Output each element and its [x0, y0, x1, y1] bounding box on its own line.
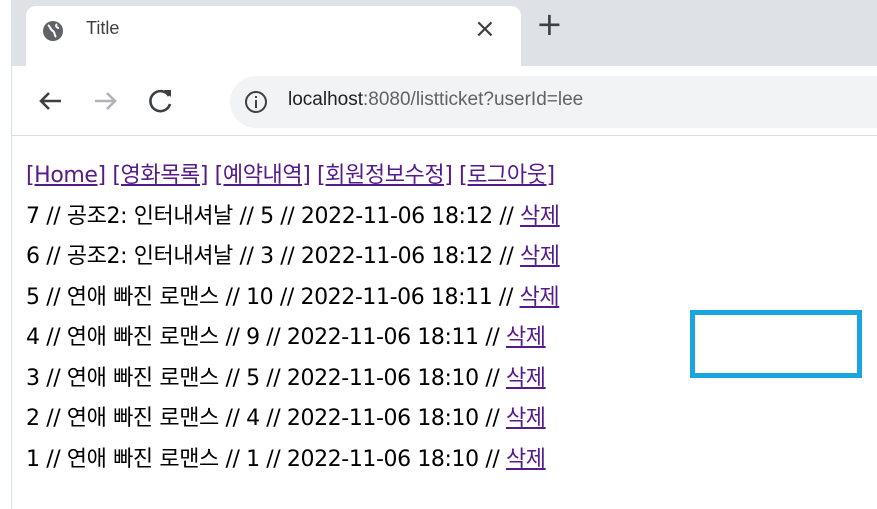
page-content: [Home] [영화목록] [예약내역] [회원정보수정] [로그아웃] 7 /… [26, 156, 560, 480]
ticket-row: 7 // 공조2: 인터내셔날 // 5 // 2022-11-06 18:12… [26, 197, 560, 238]
nav-logout-link[interactable]: [로그아웃] [459, 163, 555, 188]
ticket-info: 1 // 연애 빠진 로맨스 // 1 // 2022-11-06 18:10 … [26, 446, 506, 472]
ticket-row: 4 // 연애 빠진 로맨스 // 9 // 2022-11-06 18:11 … [26, 318, 560, 359]
delete-link[interactable]: 삭제 [506, 447, 546, 472]
address-bar[interactable]: localhost:8080/listticket?userId=lee [230, 76, 877, 128]
nav-movies-link[interactable]: [영화목록] [112, 163, 208, 188]
delete-link[interactable]: 삭제 [520, 204, 560, 229]
ticket-info: 3 // 연애 빠진 로맨스 // 5 // 2022-11-06 18:10 … [26, 365, 506, 391]
ticket-info: 5 // 연애 빠진 로맨스 // 10 // 2022-11-06 18:11… [26, 284, 520, 310]
forward-arrow-icon[interactable] [88, 84, 122, 118]
ticket-info: 4 // 연애 빠진 로맨스 // 9 // 2022-11-06 18:11 … [26, 325, 506, 350]
ticket-row: 6 // 공조2: 인터내셔날 // 3 // 2022-11-06 18:12… [26, 237, 560, 278]
nav-profile-link[interactable]: [회원정보수정] [317, 163, 453, 188]
ticket-row: 2 // 연애 빠진 로맨스 // 4 // 2022-11-06 18:10 … [26, 399, 560, 440]
ticket-info: 6 // 공조2: 인터내셔날 // 3 // 2022-11-06 18:12… [26, 244, 520, 269]
browser-tab[interactable]: Title × [26, 6, 521, 66]
delete-link[interactable]: 삭제 [506, 406, 546, 431]
browser-toolbar: localhost:8080/listticket?userId=lee [12, 66, 877, 136]
window-frame [0, 0, 12, 509]
url-text[interactable]: localhost:8080/listticket?userId=lee [288, 89, 583, 111]
reload-icon[interactable] [144, 84, 178, 118]
nav-reservations-link[interactable]: [예약내역] [215, 163, 311, 188]
ticket-row: 3 // 연애 빠진 로맨스 // 5 // 2022-11-06 18:10 … [26, 359, 560, 400]
tab-title: Title [86, 18, 120, 38]
tab-strip: Title × + [12, 0, 877, 66]
delete-link[interactable]: 삭제 [506, 366, 546, 391]
site-nav: [Home] [영화목록] [예약내역] [회원정보수정] [로그아웃] [26, 156, 560, 197]
delete-link[interactable]: 삭제 [520, 285, 560, 310]
delete-link[interactable]: 삭제 [520, 244, 560, 269]
back-arrow-icon[interactable] [34, 84, 68, 118]
close-tab-icon[interactable]: × [474, 14, 496, 44]
nav-home-link[interactable]: [Home] [26, 163, 106, 188]
ticket-info: 7 // 공조2: 인터내셔날 // 5 // 2022-11-06 18:12… [26, 203, 520, 229]
info-icon[interactable] [244, 90, 268, 114]
new-tab-icon[interactable]: + [536, 8, 563, 40]
delete-link[interactable]: 삭제 [506, 325, 546, 350]
url-path: :8080/listticket?userId=lee [363, 89, 584, 110]
highlight-box [690, 310, 862, 378]
ticket-row: 1 // 연애 빠진 로맨스 // 1 // 2022-11-06 18:10 … [26, 440, 560, 481]
ticket-row: 5 // 연애 빠진 로맨스 // 10 // 2022-11-06 18:11… [26, 278, 560, 319]
ticket-info: 2 // 연애 빠진 로맨스 // 4 // 2022-11-06 18:10 … [26, 406, 506, 431]
globe-icon [43, 21, 63, 41]
url-host: localhost [288, 89, 363, 110]
